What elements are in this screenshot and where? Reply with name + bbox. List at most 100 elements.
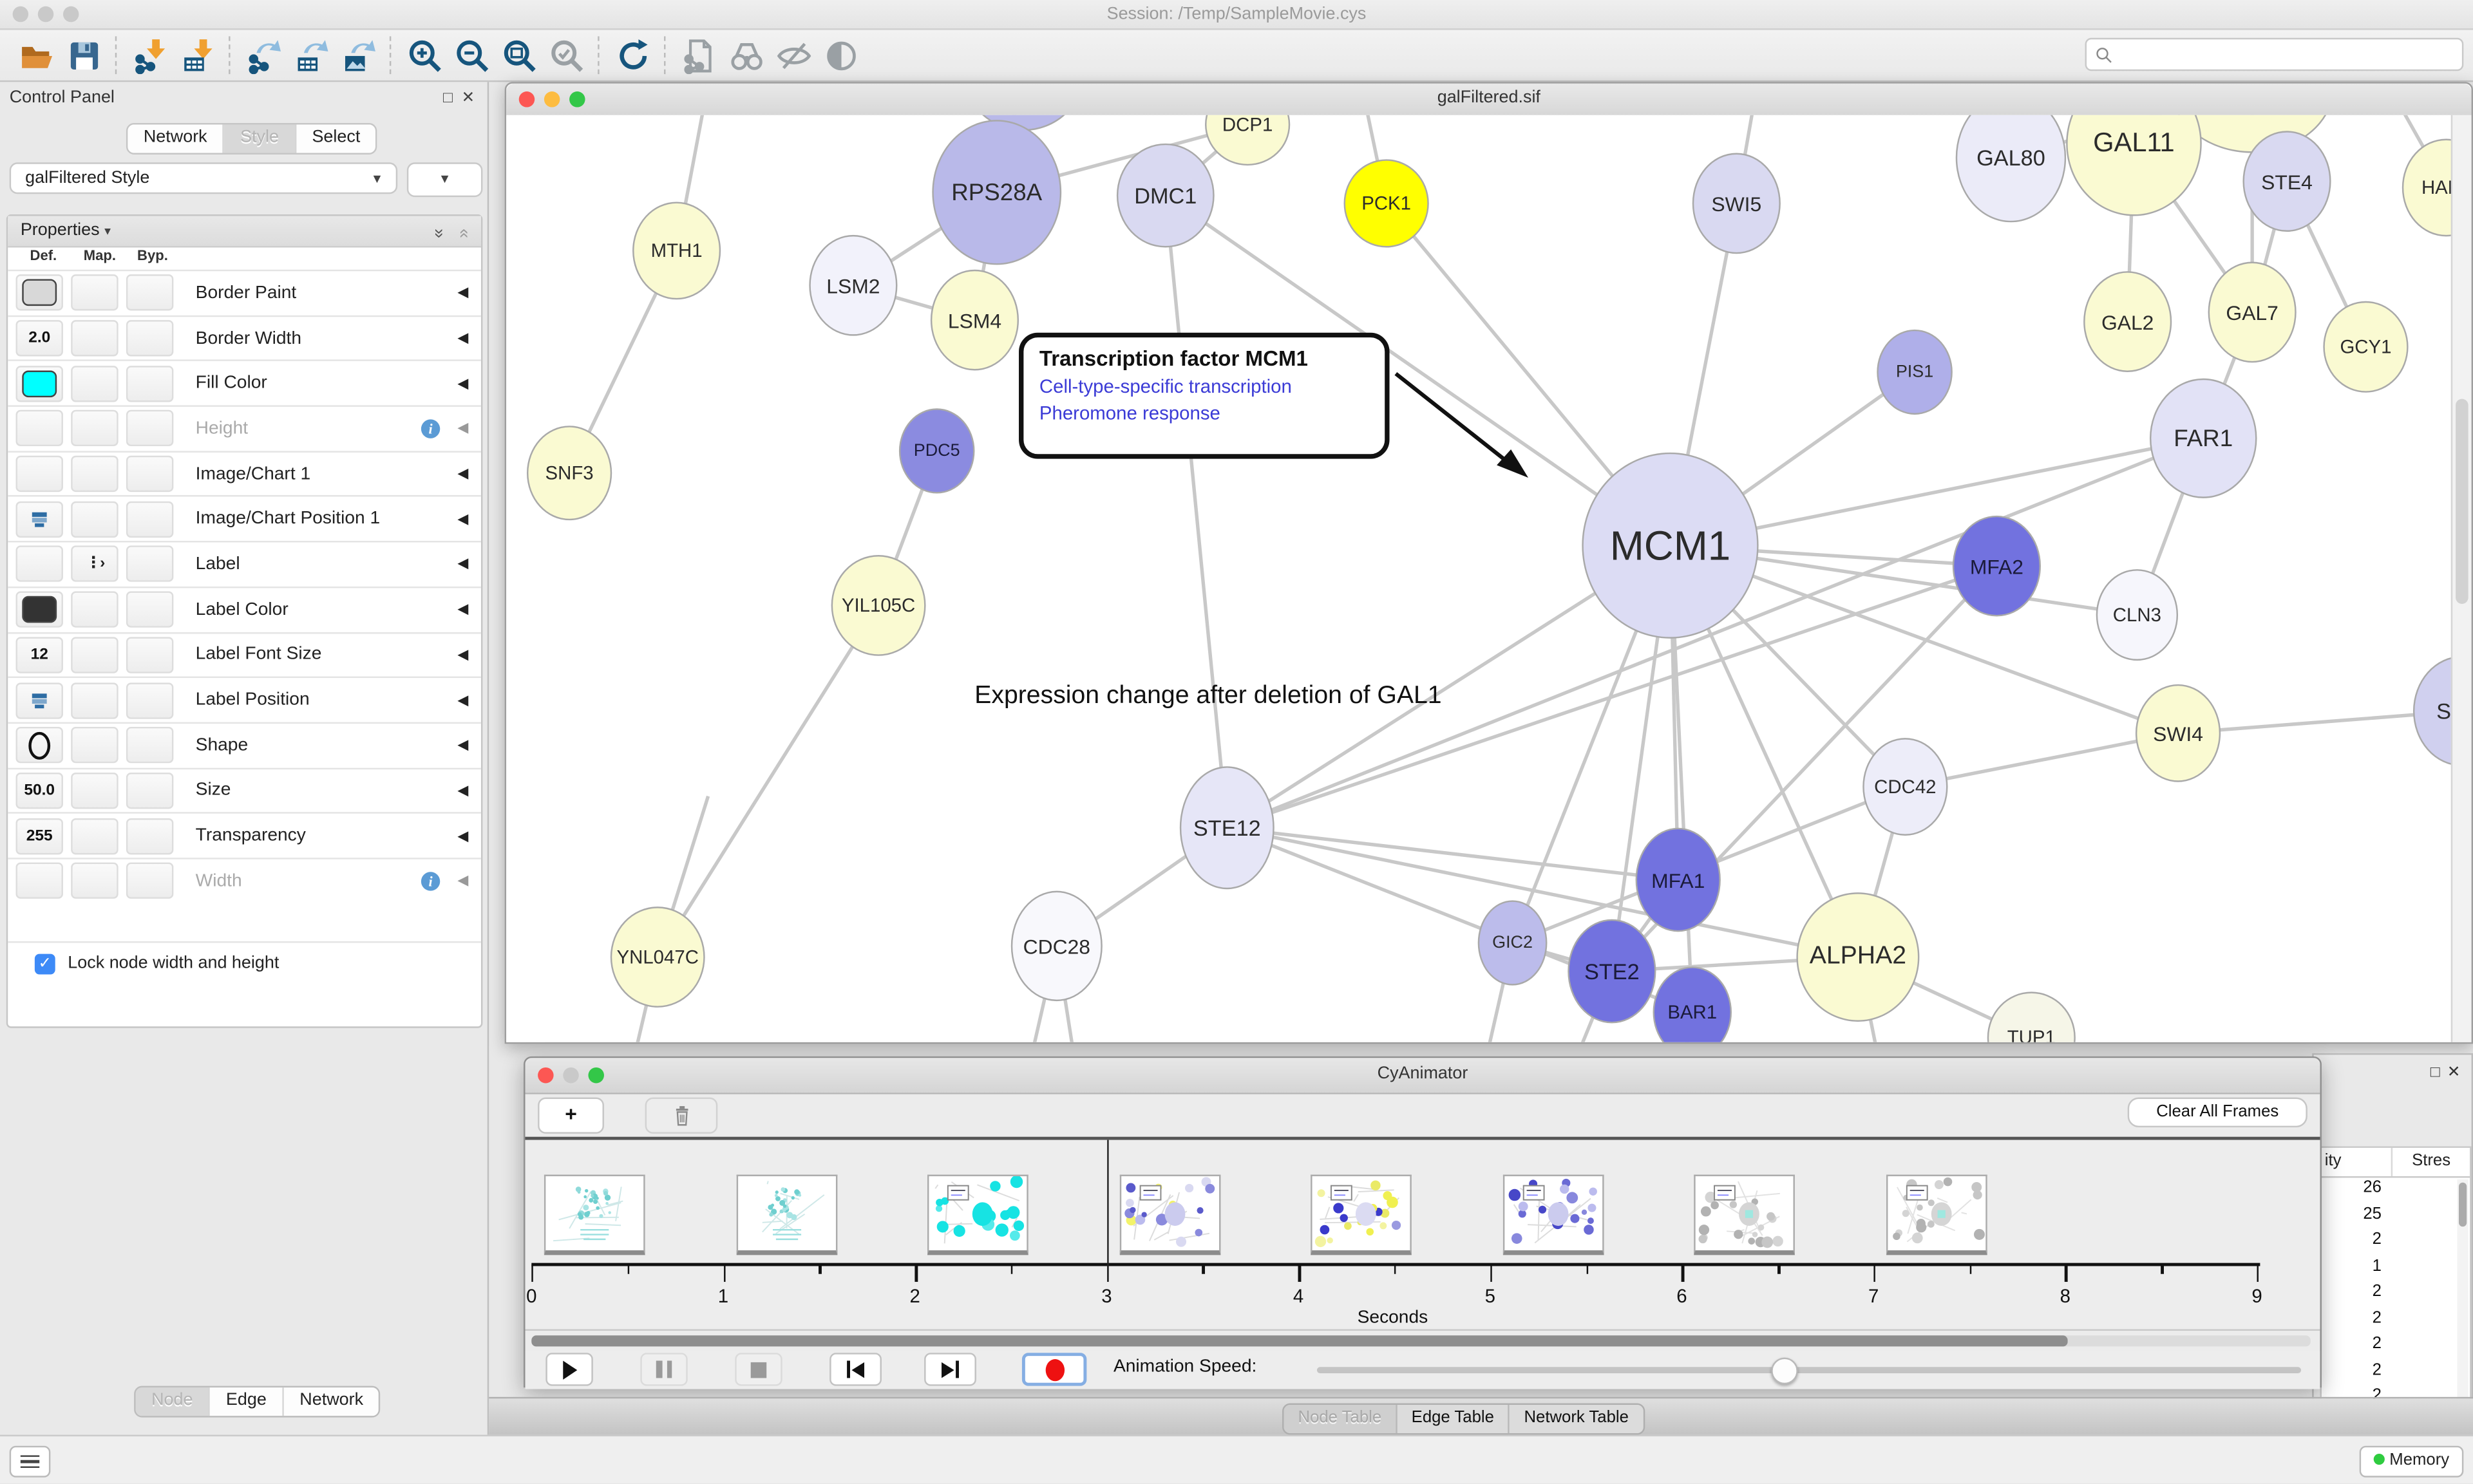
clear-all-frames-button[interactable]: Clear All Frames [2128,1097,2307,1127]
style-options-button[interactable]: ▼ [407,162,483,197]
frame-thumbnail-5[interactable] [1502,1174,1604,1255]
default-value-cell[interactable] [15,501,62,537]
bypass-cell[interactable] [126,592,173,628]
refresh-button[interactable] [609,35,656,76]
network-node-gal2[interactable]: GAL2 [2083,271,2172,372]
window-zoom-icon[interactable] [569,91,585,107]
network-node-pck1[interactable]: PCK1 [1344,159,1429,247]
search-input[interactable] [2114,43,2436,65]
frame-thumbnail-4[interactable] [1311,1174,1412,1255]
window-zoom-icon[interactable] [588,1067,603,1083]
network-node-mcm1[interactable]: MCM1 [1582,453,1758,639]
default-value-cell[interactable] [15,411,62,447]
network-node-ste2[interactable]: STE2 [1568,919,1656,1024]
zoom-in-button[interactable] [401,35,448,76]
mapping-cell[interactable] [71,728,118,764]
bypass-cell[interactable] [126,456,173,492]
pause-button[interactable] [640,1353,687,1385]
network-node-mfa2[interactable]: MFA2 [1953,516,2041,617]
skip-to-start-button[interactable] [829,1353,882,1385]
panel-tab-network[interactable]: Network [284,1387,379,1416]
animation-speed-thumb[interactable] [1771,1358,1798,1385]
zoom-fit-button[interactable] [495,35,542,76]
network-node-snf3[interactable]: SNF3 [527,426,612,520]
table-float-icon[interactable]: □ [2430,1064,2440,1082]
network-node-rps28a[interactable]: RPS28A [932,120,1061,265]
panel-close-icon[interactable]: ✕ [462,90,475,108]
network-node-yil105c[interactable]: YIL105C [831,555,926,656]
default-value-cell[interactable] [15,456,62,492]
network-node-ste4[interactable]: STE4 [2242,131,2331,232]
bypass-cell[interactable] [126,546,173,582]
zoom-out-button[interactable] [448,35,495,76]
window-close-icon[interactable] [538,1067,553,1083]
bypass-cell[interactable] [126,773,173,809]
mapping-cell[interactable] [71,773,118,809]
hide-selected-button[interactable] [770,35,817,76]
expand-row-icon[interactable]: ◀ [457,375,468,392]
expand-row-icon[interactable]: ◀ [457,420,468,437]
import-table-button[interactable] [173,35,220,76]
network-node-lsm4[interactable]: LSM4 [931,270,1019,371]
find-button[interactable] [723,35,770,76]
export-network-button[interactable] [240,35,287,76]
mapping-cell[interactable] [71,411,118,447]
style-selector[interactable]: galFiltered Style▼ [10,162,397,194]
network-node-gcy1[interactable]: GCY1 [2323,301,2408,393]
bypass-cell[interactable] [126,501,173,537]
network-node-ste12[interactable]: STE12 [1180,766,1274,889]
table-row[interactable]: 2 [2322,1334,2470,1360]
panel-float-icon[interactable]: □ [443,90,453,108]
mapping-cell[interactable] [71,275,118,311]
tab-select[interactable]: Select [296,124,376,153]
table-row[interactable]: 2 [2322,1308,2470,1333]
default-value-cell[interactable]: 2.0 [15,320,62,356]
table-close-icon[interactable]: ✕ [2447,1064,2461,1082]
collapse-all-icon[interactable]: « [450,229,478,238]
expand-row-icon[interactable]: ◀ [457,556,468,573]
window-minimize-icon[interactable] [544,91,560,107]
network-node-mth1[interactable]: MTH1 [632,202,721,299]
mapping-cell[interactable]: ⋮› [71,546,118,582]
bypass-cell[interactable] [126,818,173,854]
bypass-cell[interactable] [126,411,173,447]
default-value-cell[interactable] [15,546,62,582]
network-node-cdc42[interactable]: CDC42 [1862,738,1947,836]
mapping-cell[interactable] [71,592,118,628]
tab-edge-table[interactable]: Edge Table [1398,1405,1510,1433]
open-session-button[interactable] [13,35,60,76]
mapping-cell[interactable] [71,320,118,356]
frame-thumbnail-6[interactable] [1694,1174,1796,1255]
network-node-swi4[interactable]: SWI4 [2136,684,2221,782]
bypass-cell[interactable] [126,728,173,764]
expand-row-icon[interactable]: ◀ [457,646,468,664]
default-value-cell[interactable] [15,365,62,401]
table-row[interactable]: 25 [2322,1204,2470,1230]
default-value-cell[interactable]: 50.0 [15,773,62,809]
network-canvas[interactable]: DCP1RPS28ADMC1PCK1SWI5GAL80GAL11STE4HAP2… [506,115,2452,1042]
mapping-cell[interactable] [71,682,118,718]
tab-network[interactable]: Network [128,124,224,153]
table-row[interactable]: 2 [2322,1230,2470,1255]
expand-row-icon[interactable]: ◀ [457,782,468,799]
bypass-cell[interactable] [126,365,173,401]
bypass-cell[interactable] [126,637,173,673]
skip-to-end-button[interactable] [924,1353,976,1385]
default-value-cell[interactable]: 12 [15,637,62,673]
mapping-cell[interactable] [71,637,118,673]
stop-button[interactable] [735,1353,782,1385]
app-minimize-icon[interactable] [38,6,53,22]
network-node-cln3[interactable]: CLN3 [2096,569,2178,661]
network-node-alpha2[interactable]: ALPHA2 [1796,892,1919,1022]
app-close-icon[interactable] [13,6,28,22]
frame-thumbnail-7[interactable] [1886,1174,1987,1255]
expand-row-icon[interactable]: ◀ [457,330,468,347]
frame-thumbnail-2[interactable] [927,1174,1028,1255]
delete-frame-button[interactable] [645,1097,718,1133]
app-zoom-icon[interactable] [63,6,79,22]
panel-tab-edge[interactable]: Edge [210,1387,283,1416]
memory-button[interactable]: Memory [2360,1446,2464,1478]
bypass-cell[interactable] [126,275,173,311]
mapping-cell[interactable] [71,501,118,537]
column-stress[interactable]: Stres [2392,1148,2470,1176]
